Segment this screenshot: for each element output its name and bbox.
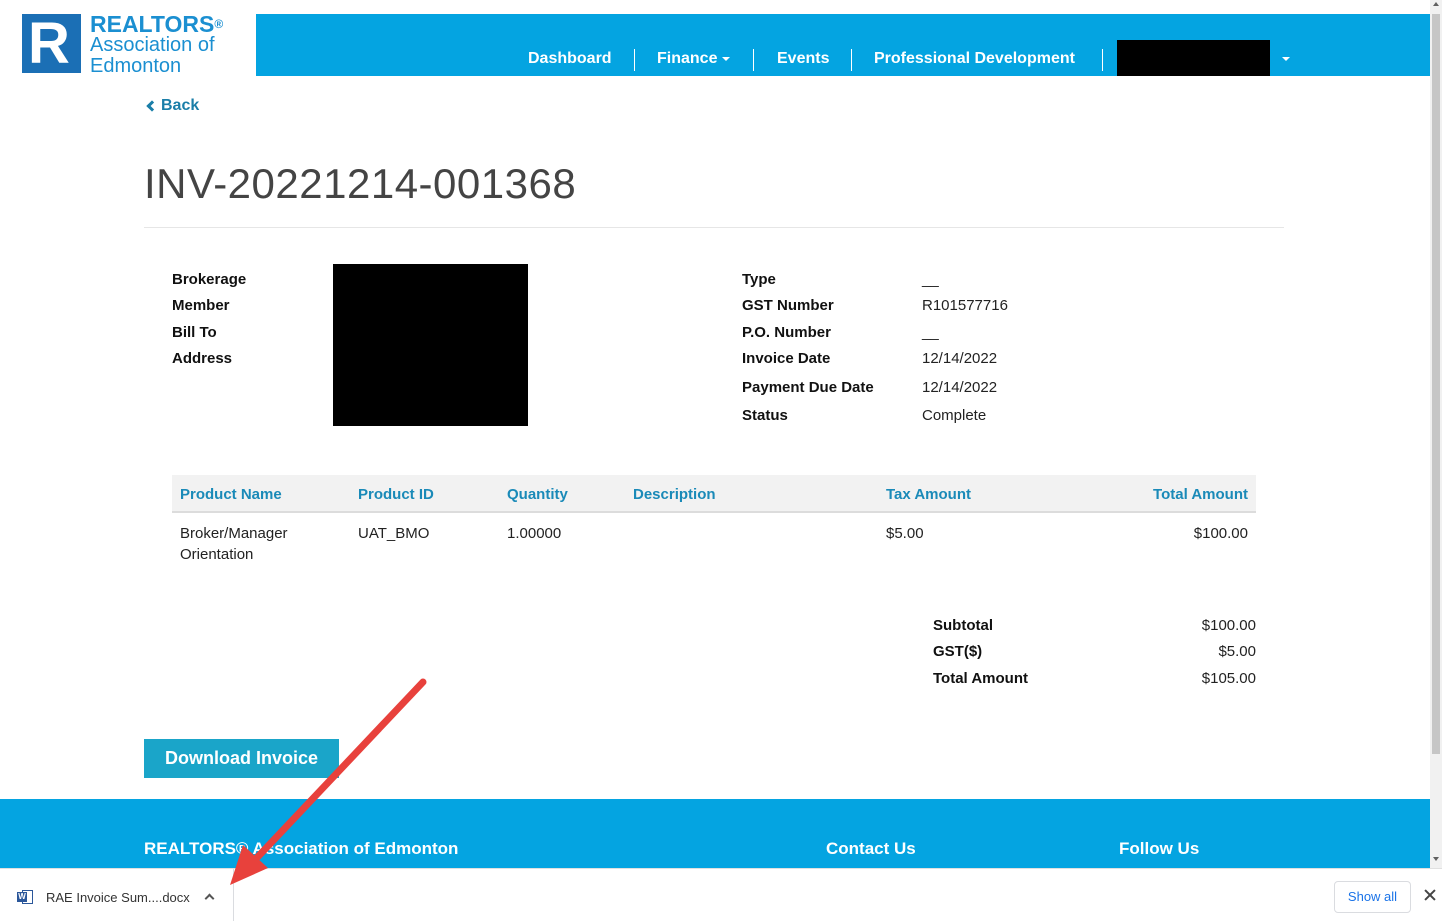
label-bill-to: Bill To	[172, 324, 217, 341]
nav-divider	[634, 49, 635, 71]
summary-subtotal-value: $100.00	[1201, 617, 1256, 634]
realtors-logo[interactable]: R REALTORS® Association of Edmonton	[22, 13, 256, 77]
value-invoice-date: 12/14/2022	[922, 350, 998, 367]
nav-dashboard[interactable]: Dashboard	[528, 50, 612, 68]
label-invoice-date: Invoice Date	[742, 350, 831, 367]
download-item[interactable]: W RAE Invoice Sum....docx	[0, 869, 234, 921]
logo-line3: Edmonton	[90, 55, 182, 77]
logo-mark: R	[22, 14, 81, 73]
nav-finance[interactable]: Finance	[657, 50, 731, 68]
label-po-number: P.O. Number	[742, 324, 831, 341]
value-payment-due-date: 12/14/2022	[922, 379, 998, 396]
col-product-name[interactable]: Product Name	[180, 486, 282, 503]
logo-line2: Association of	[90, 34, 215, 56]
label-member: Member	[172, 297, 230, 314]
label-type: Type	[742, 271, 776, 288]
footer-contact-us[interactable]: Contact Us	[826, 839, 916, 859]
cell-product-name-line2: Orientation	[180, 546, 254, 563]
footer-follow-us[interactable]: Follow Us	[1119, 839, 1199, 859]
nav-divider	[753, 49, 754, 71]
value-gst-number: R101577716	[922, 297, 1008, 314]
nav-professional-development[interactable]: Professional Development	[874, 50, 1075, 68]
close-icon[interactable]	[1420, 886, 1440, 906]
col-product-id[interactable]: Product ID	[358, 486, 434, 503]
col-tax-amount[interactable]: Tax Amount	[886, 486, 971, 503]
redacted-user-menu[interactable]	[1117, 40, 1270, 76]
browser-download-bar: W RAE Invoice Sum....docx Show all	[0, 868, 1442, 924]
nav-finance-label: Finance	[657, 50, 718, 67]
cell-total-amount: $100.00	[1193, 525, 1248, 542]
top-nav: Dashboard Finance Events Professional De…	[256, 14, 1430, 76]
divider	[144, 227, 1284, 228]
value-type: __	[922, 271, 939, 288]
logo-reg: ®	[214, 17, 224, 31]
chevron-down-icon[interactable]	[1282, 57, 1290, 61]
footer-org-name: REALTORS® Association of Edmonton	[144, 839, 459, 858]
page-title: INV-20221214-001368	[144, 160, 577, 207]
summary-total-label: Total Amount	[933, 670, 1028, 687]
invoice-page: R REALTORS® Association of Edmonton Dash…	[0, 0, 1442, 924]
summary-gst-label: GST($)	[933, 643, 983, 660]
annotation-arrow	[230, 678, 427, 885]
cell-tax-amount: $5.00	[886, 525, 924, 542]
chevron-left-icon	[146, 100, 158, 112]
chevron-up-icon[interactable]	[204, 893, 215, 904]
label-status: Status	[742, 407, 788, 424]
download-file-name: RAE Invoice Sum....docx	[46, 890, 190, 905]
cell-quantity: 1.00000	[507, 525, 562, 542]
nav-events[interactable]: Events	[777, 50, 829, 68]
col-total-amount[interactable]: Total Amount	[1153, 486, 1248, 503]
scroll-up-arrow-icon[interactable]	[1433, 2, 1439, 6]
logo-text: REALTORS® Association of Edmonton	[90, 13, 224, 77]
label-gst-number: GST Number	[742, 297, 834, 314]
nav-divider	[851, 49, 852, 71]
col-quantity[interactable]: Quantity	[507, 486, 568, 503]
logo-letter: R	[28, 11, 70, 76]
cell-product-id: UAT_BMO	[358, 525, 430, 542]
summary-subtotal-label: Subtotal	[933, 617, 993, 634]
scroll-thumb[interactable]	[1432, 14, 1440, 754]
col-description[interactable]: Description	[633, 486, 716, 503]
word-document-icon: W	[17, 890, 33, 904]
redacted-billing-info	[333, 264, 528, 426]
label-address: Address	[172, 350, 233, 367]
site-footer: REALTORS® Association of Edmonton Contac…	[0, 799, 1430, 868]
scroll-down-arrow-icon[interactable]	[1433, 857, 1439, 861]
back-link[interactable]: Back	[145, 97, 199, 115]
label-payment-due-date: Payment Due Date	[742, 379, 874, 396]
download-invoice-button[interactable]: Download Invoice	[144, 739, 339, 778]
summary-total-value: $105.00	[1201, 670, 1256, 687]
products-table-header: Product Name Product ID Quantity Descrip…	[172, 475, 1256, 513]
value-status: Complete	[922, 407, 987, 424]
value-po-number: __	[922, 324, 939, 341]
nav-divider	[1102, 49, 1103, 71]
summary-gst-value: $5.00	[1218, 643, 1256, 660]
page-scrollbar[interactable]	[1430, 0, 1442, 868]
cell-product-name: Broker/Manager Orientation	[180, 523, 288, 565]
chevron-down-icon	[722, 56, 731, 61]
label-brokerage: Brokerage	[172, 271, 247, 288]
cell-product-name-line1: Broker/Manager	[180, 525, 288, 542]
show-all-button[interactable]: Show all	[1334, 881, 1411, 913]
back-label: Back	[161, 97, 200, 114]
